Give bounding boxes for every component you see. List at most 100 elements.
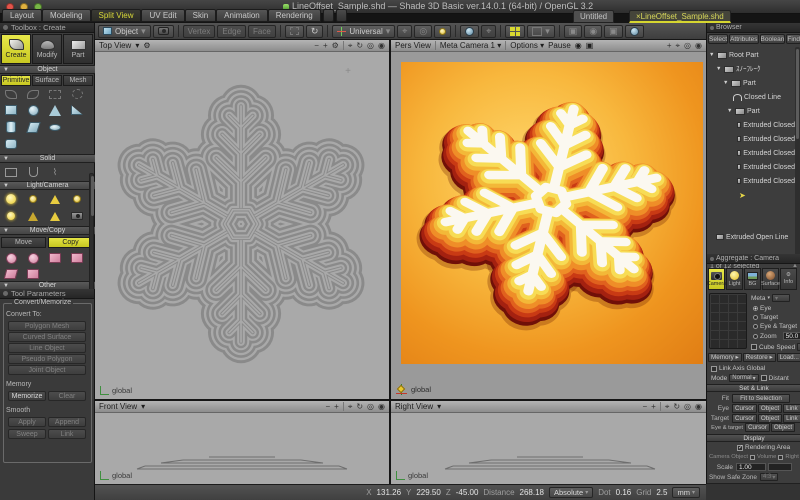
move-tool-button[interactable]: ⌖: [481, 25, 496, 38]
preview-flag-icon[interactable]: ▣: [586, 41, 594, 50]
doc-tab-untitled[interactable]: Untitled: [573, 10, 614, 23]
pan-icon[interactable]: ⌖: [665, 402, 670, 412]
primitive-sphere-button[interactable]: [24, 103, 42, 117]
render-view-icon[interactable]: ◉: [378, 41, 385, 51]
tab-split-view[interactable]: Split View: [91, 9, 142, 22]
zoom-out-icon[interactable]: −: [314, 41, 319, 51]
tab-rendering[interactable]: Rendering: [268, 9, 321, 22]
tab-uv-edit[interactable]: UV Edit: [141, 9, 184, 22]
mode-dropdown[interactable]: Normal▾: [729, 374, 758, 382]
tool-closed-rect-button[interactable]: [46, 87, 64, 101]
manipulator-button[interactable]: ⌖: [397, 25, 412, 38]
unit-dropdown[interactable]: mm▾: [672, 487, 700, 498]
link-axis-checkbox[interactable]: Link Axis Global: [711, 365, 765, 372]
transform-scale-button[interactable]: [46, 251, 64, 265]
tree-row-extruded-closed[interactable]: Extruded Closed: [709, 147, 795, 159]
eye-cursor-button[interactable]: Cursor: [732, 404, 757, 413]
zoom-in-icon[interactable]: +: [334, 402, 339, 412]
rotate-view-icon[interactable]: ↻: [356, 402, 363, 412]
pan-icon[interactable]: ⌖: [676, 41, 681, 51]
camera-tool-button[interactable]: [153, 25, 174, 38]
section-solid[interactable]: ▼ Solid: [0, 154, 95, 163]
browser-tab-boolean[interactable]: Boolean: [760, 34, 786, 44]
meta-value-dropdown[interactable]: ▾: [772, 294, 790, 302]
smooth-append-button[interactable]: Append: [48, 417, 86, 427]
load-button[interactable]: Load...: [777, 353, 800, 362]
light-area-button[interactable]: [2, 209, 20, 223]
tab-primitive[interactable]: Primitive: [1, 75, 31, 86]
toolbox-part-button[interactable]: Part: [63, 34, 93, 64]
smooth-apply-button[interactable]: Apply: [8, 417, 46, 427]
cube-speed-checkbox[interactable]: Cube Speed Fa▾: [751, 343, 800, 351]
eye-link-button[interactable]: Link: [783, 404, 800, 413]
aggregate-tab-bg[interactable]: BG: [744, 268, 761, 290]
tool-closed-circle-button[interactable]: [68, 87, 86, 101]
browser-tab-select[interactable]: Select: [708, 34, 728, 44]
fit-to-selection-button[interactable]: Fit to Selection: [732, 394, 790, 403]
preview-dot-icon[interactable]: ◉: [575, 41, 582, 50]
transform-shear-button[interactable]: [2, 267, 20, 281]
tree-row-snowflake[interactable]: ▼ ｽﾉｰﾌﾚｰｸ: [709, 63, 795, 75]
radio-eye-and-target[interactable]: Eye & Target: [753, 323, 797, 330]
zoom-in-icon[interactable]: +: [651, 402, 656, 412]
primitive-slant-button[interactable]: [24, 120, 42, 134]
grid-settings-button[interactable]: ▾: [527, 25, 555, 38]
section-move-copy[interactable]: ▼ Move/Copy: [0, 226, 95, 235]
aggregate-tab-info[interactable]: ⚙Info: [780, 268, 797, 290]
pan-icon[interactable]: ⌖: [348, 402, 353, 412]
viewport-right[interactable]: Right View ▾ − + ⌖ ↻ ◎ ◉: [391, 401, 706, 484]
aggregate-tab-camera[interactable]: Camera: [708, 268, 725, 290]
settings-icon[interactable]: ⚙: [332, 41, 339, 51]
primitive-cylinder-button[interactable]: [2, 120, 20, 134]
magnify-icon[interactable]: ◎: [367, 41, 374, 51]
pers-view-canvas[interactable]: global: [391, 52, 706, 399]
render-preview-button[interactable]: [625, 25, 644, 38]
four-view-layout-button[interactable]: [505, 25, 525, 38]
smooth-link-button[interactable]: Link: [48, 429, 86, 439]
edge-mode-button[interactable]: Edge: [217, 25, 246, 38]
right-checkbox[interactable]: [778, 455, 783, 460]
move-button[interactable]: Move: [1, 237, 46, 248]
light-distant-button[interactable]: [68, 192, 86, 206]
light-ambient-button[interactable]: [46, 209, 64, 223]
pivot-button[interactable]: ◎: [414, 25, 432, 38]
marquee-select-button[interactable]: [285, 25, 304, 38]
tree-row-extruded-closed[interactable]: Extruded Closed: [709, 175, 795, 187]
section-object[interactable]: ▼ Object: [0, 65, 95, 74]
tree-row-part-2[interactable]: ▼ Part: [709, 105, 795, 117]
target-object-button[interactable]: Object: [758, 414, 782, 423]
toolbox-modify-button[interactable]: Modify: [32, 34, 62, 64]
camera-select-dropdown[interactable]: Meta Camera 1 ▾: [440, 41, 501, 50]
primitive-wedge-button[interactable]: [68, 103, 86, 117]
panel-toggle-1-button[interactable]: ▣: [564, 25, 583, 38]
clear-button[interactable]: Clear: [48, 391, 86, 401]
radio-target[interactable]: Target: [753, 314, 778, 321]
solid-spring-button[interactable]: ⌇: [46, 165, 64, 179]
convert-line-object-button[interactable]: Line Object: [8, 343, 86, 353]
convert-polygon-mesh-button[interactable]: Polygon Mesh: [8, 321, 86, 331]
tree-row-extruded-closed[interactable]: Extruded Closed: [709, 161, 795, 173]
primitive-cone-button[interactable]: [46, 103, 64, 117]
viewport-front[interactable]: Front View ▾ − + ⌖ ↻ ◎ ◉: [95, 401, 389, 484]
browser-tab-find[interactable]: Find: [786, 34, 800, 44]
top-view-canvas[interactable]: [95, 52, 389, 399]
tree-row-extruded-open-line[interactable]: Extruded Open Line: [709, 231, 795, 243]
zoom-value-field[interactable]: 50.0: [783, 332, 800, 340]
object-mode-button[interactable]: Object▾: [98, 25, 151, 38]
top-view-menu[interactable]: ▾: [135, 41, 139, 50]
convert-curved-surface-button[interactable]: Curved Surface: [8, 332, 86, 342]
primitive-cube-button[interactable]: [2, 103, 20, 117]
convert-pseudo-polygon-button[interactable]: Pseudo Polygon: [8, 354, 86, 364]
zoom-out-icon[interactable]: −: [325, 402, 330, 412]
tab-surface[interactable]: Surface: [32, 75, 62, 86]
safe-zone-dropdown[interactable]: 4:3▾: [760, 473, 778, 481]
memory-button[interactable]: Memory ▸: [708, 353, 742, 362]
rendering-area-checkbox[interactable]: ✓Rendering Area: [737, 444, 790, 451]
browser-scrollbar[interactable]: [795, 47, 800, 259]
coordinate-mode-dropdown[interactable]: Absolute▾: [549, 487, 593, 498]
memorize-button[interactable]: Memorize: [8, 391, 46, 401]
zoom-in-icon[interactable]: +: [667, 41, 672, 51]
zoom-out-icon[interactable]: −: [642, 402, 647, 412]
light-point-button[interactable]: [24, 192, 42, 206]
render-view-icon[interactable]: ◉: [695, 402, 702, 412]
